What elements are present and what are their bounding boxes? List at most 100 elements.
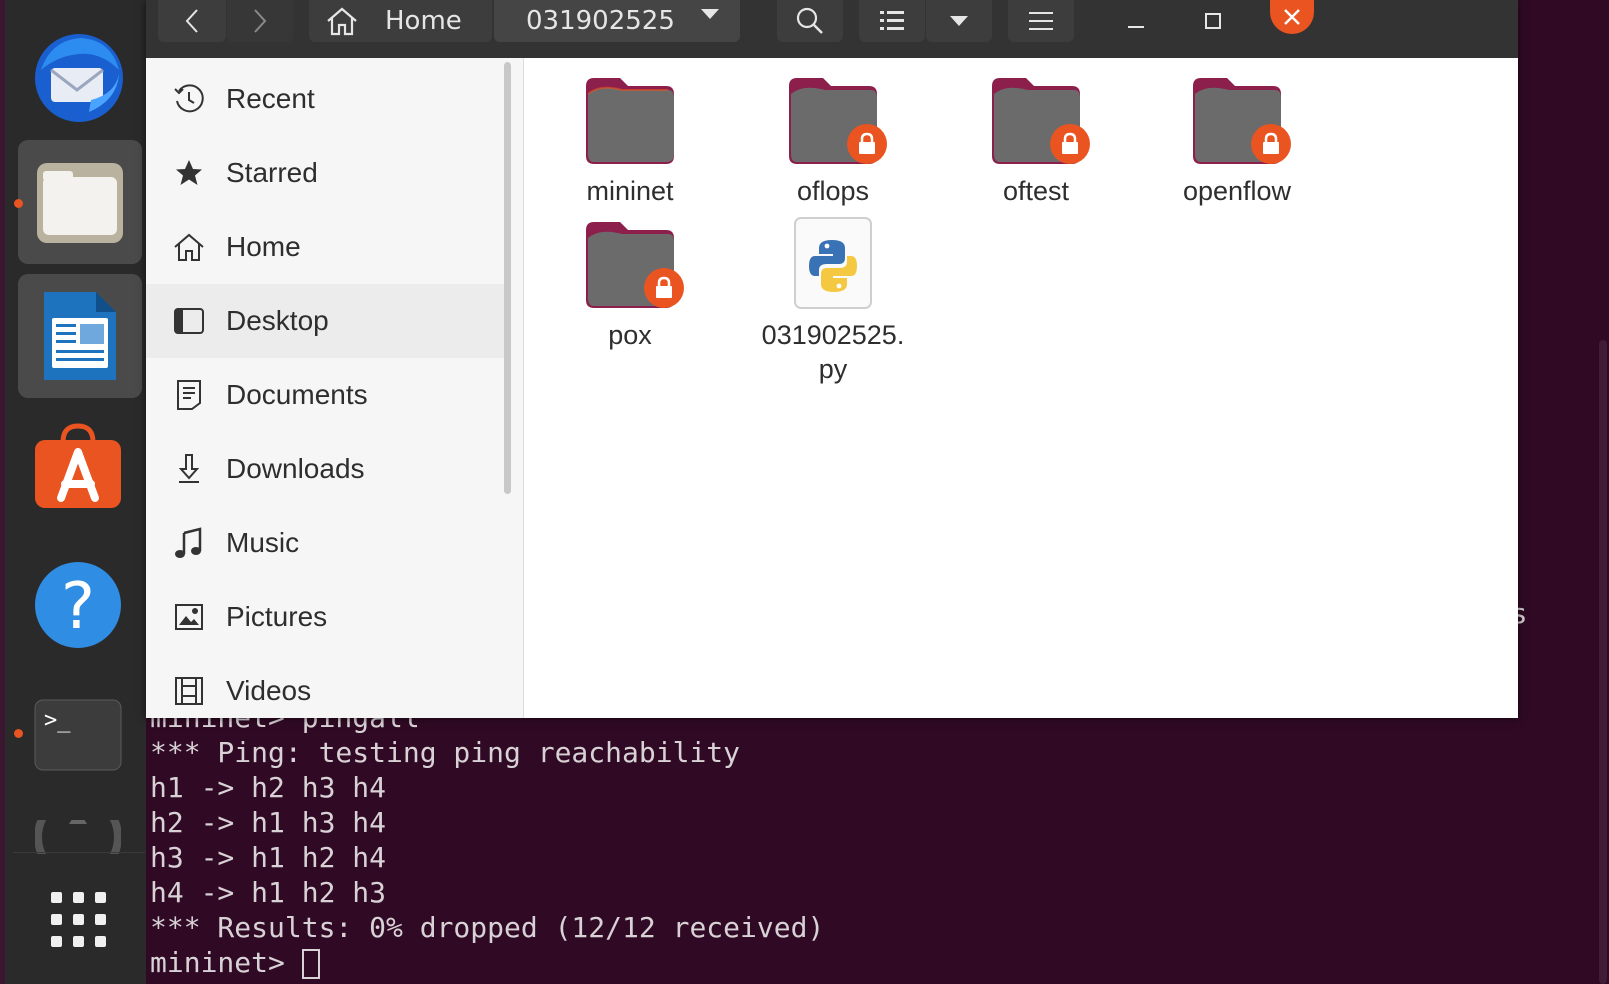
help-launcher[interactable]: ? (31, 558, 125, 652)
minimize-icon (1128, 26, 1144, 28)
maximize-icon (1205, 13, 1221, 29)
hamburger-menu-icon (1029, 12, 1053, 30)
home-icon (174, 233, 204, 261)
sidebar-item-label: Desktop (226, 305, 329, 336)
view-options-button[interactable] (926, 0, 992, 42)
file-name: mininet (586, 176, 674, 206)
sidebar-item-downloads[interactable]: Downloads (146, 432, 506, 506)
lock-icon (1251, 124, 1291, 164)
desktop-icon (174, 308, 204, 334)
terminal-line: h4 -> h1 h2 h3 (150, 876, 387, 909)
path-current-label: 031902525 (526, 6, 675, 36)
folder-item[interactable]: oflops (738, 72, 928, 208)
sidebar-item-desktop[interactable]: Desktop (146, 284, 506, 358)
sidebar-item-pictures[interactable]: Pictures (146, 580, 506, 654)
app-icon (35, 820, 121, 854)
sidebar: Recent Starred Home Desktop Documents Do… (146, 58, 524, 718)
sidebar-item-music[interactable]: Music (146, 506, 506, 580)
terminal-scrollbar[interactable] (1599, 340, 1607, 984)
headerbar: Home 031902525 (146, 0, 1518, 58)
download-icon (178, 454, 200, 483)
chevron-right-icon (254, 9, 267, 33)
forward-button[interactable] (227, 0, 293, 42)
thunderbird-launcher[interactable] (29, 28, 129, 128)
home-icon (327, 7, 357, 36)
dock: ? >_ (0, 0, 146, 984)
svg-text:>_: >_ (44, 708, 71, 733)
path-home-button[interactable]: Home (309, 0, 492, 42)
files-launcher[interactable] (18, 140, 142, 264)
maximize-button[interactable] (1193, 0, 1233, 42)
file-view[interactable]: mininet oflops oftest openflow pox 03190… (524, 58, 1518, 718)
file-name: oflops (796, 176, 870, 206)
sidebar-item-label: Home (226, 231, 301, 262)
clock-icon (174, 84, 204, 113)
show-applications-button[interactable] (43, 884, 115, 956)
software-store-icon (35, 423, 121, 508)
running-indicator (14, 199, 23, 208)
folder-item[interactable]: pox (535, 216, 725, 352)
chevron-down-icon (950, 16, 968, 26)
folder-item[interactable]: mininet (535, 72, 725, 208)
folder-icon (37, 163, 123, 243)
list-view-icon (880, 11, 904, 30)
star-icon (176, 160, 202, 185)
close-icon (1284, 9, 1300, 25)
minimize-button[interactable] (1116, 0, 1156, 42)
sidebar-item-recent[interactable]: Recent (146, 62, 506, 136)
terminal-prompt-icon: >_ (34, 699, 122, 771)
terminal-launcher[interactable]: >_ (33, 698, 123, 772)
help-question-icon: ? (35, 562, 121, 648)
search-icon (796, 7, 823, 34)
sidebar-item-home[interactable]: Home (146, 210, 506, 284)
terminal-line: *** Results: 0% dropped (12/12 received) (150, 911, 825, 944)
film-icon (175, 677, 203, 705)
search-button[interactable] (777, 0, 843, 42)
lock-icon (1050, 124, 1090, 164)
terminal-line: h1 -> h2 h3 h4 (150, 771, 387, 804)
terminal-line: *** Ping: testing ping reachability (150, 736, 741, 769)
sidebar-item-label: Starred (226, 157, 318, 188)
terminal-line: h3 -> h1 h2 h4 (150, 841, 387, 874)
file-name: 031902525. py (761, 320, 905, 384)
app-grid-icon (51, 892, 106, 947)
libreoffice-writer-launcher[interactable] (18, 274, 142, 398)
sidebar-item-label: Documents (226, 379, 368, 410)
list-view-button[interactable] (859, 0, 925, 42)
sidebar-item-label: Videos (226, 675, 312, 706)
lock-icon (644, 268, 684, 308)
python-file-item[interactable]: 031902525. py (738, 216, 928, 386)
files-window: Home 031902525 Recent Starred Home Deskt… (146, 0, 1518, 718)
terminal-prompt: mininet> (150, 946, 302, 979)
folder-icon (586, 78, 674, 164)
sidebar-item-starred[interactable]: Starred (146, 136, 506, 210)
svg-text:?: ? (61, 570, 95, 644)
folder-item[interactable]: oftest (941, 72, 1131, 208)
terminal-line: h2 -> h1 h3 h4 (150, 806, 387, 839)
path-current-button[interactable]: 031902525 (494, 0, 740, 42)
thunderbird-icon (35, 34, 123, 122)
python-file-icon (794, 217, 872, 309)
terminal-cursor (301, 949, 320, 979)
sidebar-scrollbar[interactable] (504, 62, 511, 494)
sidebar-item-label: Downloads (226, 453, 365, 484)
partially-hidden-launcher[interactable] (35, 820, 121, 854)
lock-icon (847, 124, 887, 164)
file-name: oftest (1002, 176, 1070, 206)
picture-icon (175, 604, 203, 630)
folder-item[interactable]: openflow (1142, 72, 1332, 208)
sidebar-item-label: Recent (226, 83, 315, 114)
music-note-icon (175, 527, 202, 558)
file-name: openflow (1182, 176, 1292, 206)
back-button[interactable] (158, 0, 226, 42)
chevron-left-icon (185, 9, 198, 33)
sidebar-item-documents[interactable]: Documents (146, 358, 506, 432)
sidebar-item-videos[interactable]: Videos (146, 654, 506, 718)
path-home-label: Home (385, 6, 462, 36)
dock-separator (13, 852, 145, 853)
close-button[interactable] (1270, 0, 1314, 34)
menu-button[interactable] (1008, 0, 1074, 42)
file-name: pox (608, 320, 652, 350)
ubuntu-software-launcher[interactable] (31, 420, 125, 514)
chevron-down-icon (701, 9, 719, 19)
